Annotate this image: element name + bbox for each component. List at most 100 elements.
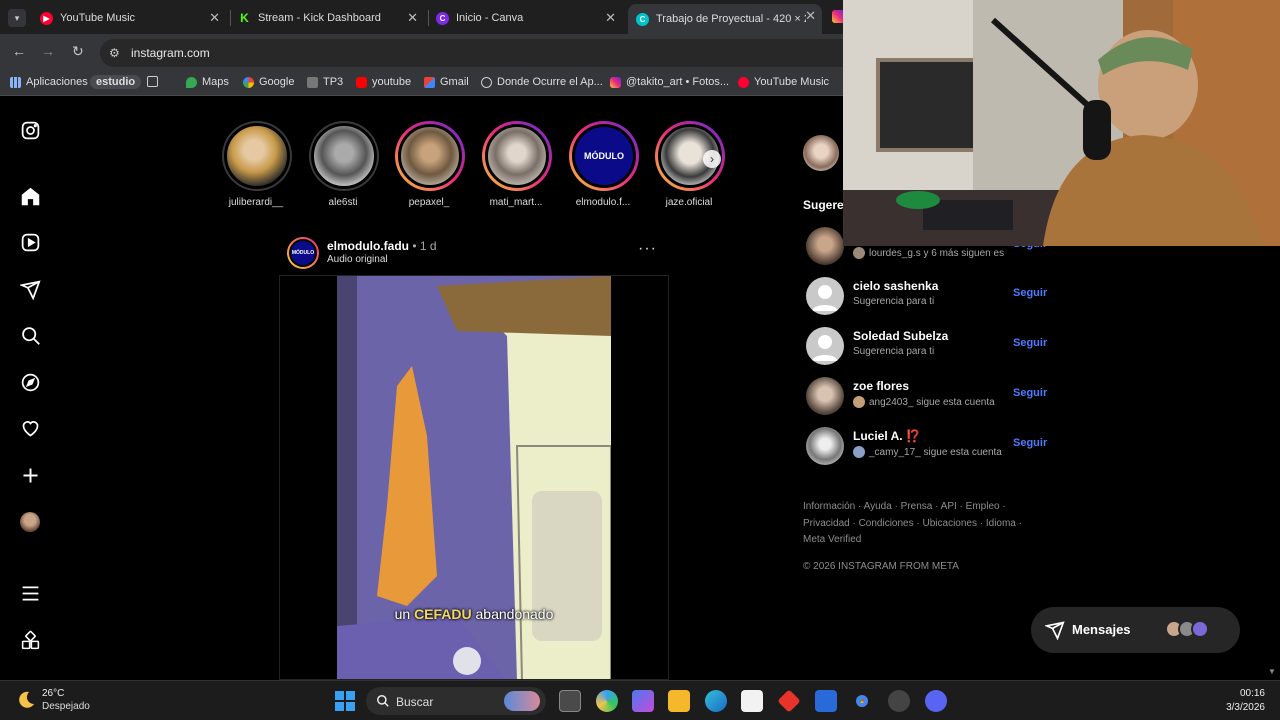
reels-icon[interactable] bbox=[19, 231, 41, 253]
tab-title: Trabajo de Proyectual - 420 × 2 bbox=[656, 13, 806, 25]
browser-toolbar: ← → ↻ ⚙ instagram.com bbox=[0, 34, 845, 70]
search-highlight-icon bbox=[504, 691, 540, 711]
suggestion-name[interactable]: Luciel A. ⁉️ bbox=[853, 429, 921, 443]
instagram-logo-icon[interactable] bbox=[19, 119, 41, 141]
bookmark-gmail[interactable]: Gmail bbox=[424, 76, 469, 88]
discord-icon[interactable] bbox=[925, 690, 947, 712]
system-clock[interactable]: 00:16 3/3/2026 bbox=[1226, 687, 1265, 715]
task-view-icon[interactable] bbox=[559, 690, 581, 712]
story-item[interactable]: mati_mart... bbox=[482, 121, 552, 208]
mutual-avatar bbox=[853, 247, 865, 259]
bookmark-youtube[interactable]: youtube bbox=[356, 76, 411, 88]
app-icon[interactable] bbox=[888, 690, 910, 712]
bookmark-youtube-music[interactable]: YouTube Music bbox=[738, 76, 829, 88]
stories-next-icon[interactable]: › bbox=[703, 150, 721, 168]
story-username: pepaxel_ bbox=[408, 197, 450, 208]
suggestion-name[interactable]: cielo sashenka bbox=[853, 279, 938, 293]
footer-links[interactable]: Información · Ayuda · Prensa · API · Emp… bbox=[803, 499, 1028, 549]
mail-icon[interactable] bbox=[815, 690, 837, 712]
windows-taskbar: 26°C Despejado Buscar 00:16 3/3/2026 bbox=[0, 680, 1280, 720]
story-item[interactable]: MÓDULO elmodulo.f... bbox=[569, 121, 639, 208]
suggestion-avatar[interactable] bbox=[806, 427, 844, 465]
close-tab-icon[interactable]: ✕ bbox=[805, 8, 816, 24]
bookmark-tp3[interactable]: TP3 bbox=[307, 76, 343, 88]
chrome-icon[interactable] bbox=[851, 690, 873, 712]
bookmark-maps[interactable]: Maps bbox=[186, 76, 229, 88]
story-item[interactable]: pepaxel_ bbox=[395, 121, 465, 208]
search-icon bbox=[377, 695, 389, 707]
back-arrow-icon[interactable]: ← bbox=[12, 43, 26, 59]
more-options-icon[interactable]: ··· bbox=[638, 240, 657, 258]
create-icon[interactable] bbox=[19, 464, 41, 486]
story-username: jaze.oficial bbox=[665, 197, 713, 208]
weather-temperature: 26°C bbox=[42, 688, 65, 699]
heart-icon[interactable] bbox=[19, 417, 41, 439]
suggestion-name[interactable]: Soledad Subelza bbox=[853, 329, 948, 343]
bookmark-google[interactable]: Google bbox=[243, 76, 294, 88]
post-media[interactable]: un CEFADU abandonado bbox=[279, 275, 669, 680]
suggestion-avatar[interactable] bbox=[806, 327, 844, 365]
post-avatar[interactable]: MÓDULO bbox=[287, 237, 319, 269]
mutual-avatar bbox=[853, 446, 865, 458]
youtube-icon bbox=[356, 76, 367, 88]
address-bar[interactable]: ⚙ instagram.com bbox=[100, 39, 845, 67]
suggestion-avatar[interactable] bbox=[806, 277, 844, 315]
app-diamond-icon[interactable] bbox=[777, 689, 801, 713]
moon-icon bbox=[19, 691, 34, 708]
post-username[interactable]: elmodulo.fadu • 1 d bbox=[327, 239, 437, 253]
copilot-icon[interactable] bbox=[632, 690, 654, 712]
post-audio[interactable]: Audio original bbox=[327, 254, 388, 265]
home-icon[interactable] bbox=[19, 185, 41, 207]
follow-button[interactable]: Seguir bbox=[1013, 387, 1047, 399]
suggestion-row: Luciel A. ⁉️ _camy_17_ sigue esta cuenta… bbox=[806, 425, 1047, 465]
widgets-icon[interactable] bbox=[596, 690, 618, 712]
story-item[interactable]: juliberardi__ bbox=[222, 121, 292, 208]
bookmark-apps[interactable]: Aplicaciones bbox=[10, 76, 88, 88]
close-tab-icon[interactable]: ✕ bbox=[407, 10, 418, 26]
story-item[interactable]: ale6sti bbox=[309, 121, 379, 208]
suggestion-avatar[interactable] bbox=[806, 377, 844, 415]
bookmark-donde-ocurre[interactable]: Donde Ocurre el Ap... bbox=[481, 76, 603, 88]
scroll-down-arrow[interactable]: ▼ bbox=[1268, 667, 1276, 676]
search-placeholder: Buscar bbox=[396, 695, 434, 709]
forward-arrow-icon[interactable]: → bbox=[41, 43, 55, 59]
tab-groups-icon[interactable] bbox=[147, 76, 163, 87]
tab-kick-dashboard[interactable]: K Stream - Kick Dashboard ✕ bbox=[238, 6, 424, 30]
follow-button[interactable]: Seguir bbox=[1013, 337, 1047, 349]
file-explorer-icon[interactable] bbox=[668, 690, 690, 712]
microsoft-store-icon[interactable] bbox=[741, 690, 763, 712]
tab-youtube-music[interactable]: ▶ YouTube Music ✕ bbox=[40, 6, 226, 30]
menu-icon[interactable] bbox=[19, 582, 41, 604]
follow-button[interactable]: Seguir bbox=[1013, 287, 1047, 299]
video-caption: un CEFADU abandonado bbox=[394, 606, 554, 622]
apps-icon[interactable] bbox=[19, 629, 41, 651]
follow-button[interactable]: Seguir bbox=[1013, 437, 1047, 449]
site-settings-icon[interactable]: ⚙ bbox=[109, 46, 120, 60]
reload-icon[interactable]: ↻ bbox=[72, 43, 84, 60]
story-avatar bbox=[224, 123, 290, 189]
taskbar-search[interactable]: Buscar bbox=[366, 687, 546, 715]
current-user-avatar[interactable] bbox=[803, 135, 839, 171]
tab-search-button[interactable]: ▾ bbox=[8, 9, 26, 27]
send-icon[interactable] bbox=[19, 278, 41, 300]
explore-icon[interactable] bbox=[19, 371, 41, 393]
suggestion-avatar[interactable] bbox=[806, 227, 844, 265]
close-tab-icon[interactable]: ✕ bbox=[209, 10, 220, 26]
suggestion-name[interactable]: zoe flores bbox=[853, 379, 909, 393]
reel-video[interactable]: un CEFADU abandonado bbox=[337, 276, 611, 679]
tab-canva-proyectual[interactable]: C Trabajo de Proyectual - 420 × 2 ✕ bbox=[628, 4, 822, 34]
send-icon bbox=[1045, 621, 1065, 640]
clock-time: 00:16 bbox=[1239, 688, 1265, 699]
search-icon[interactable] bbox=[19, 324, 41, 346]
edge-icon[interactable] bbox=[705, 690, 727, 712]
globe-icon bbox=[481, 76, 492, 88]
bookmark-folder-estudio[interactable]: estudio bbox=[90, 75, 142, 89]
tab-canva-home[interactable]: C Inicio - Canva ✕ bbox=[436, 6, 622, 30]
profile-avatar[interactable] bbox=[19, 511, 41, 533]
bookmark-takito-art[interactable]: @takito_art • Fotos... bbox=[610, 76, 729, 88]
story-avatar bbox=[311, 123, 377, 189]
close-tab-icon[interactable]: ✕ bbox=[605, 10, 616, 26]
windows-start-icon[interactable] bbox=[335, 691, 355, 711]
clock-date: 3/3/2026 bbox=[1226, 702, 1265, 713]
messages-button[interactable]: Mensajes bbox=[1031, 607, 1240, 653]
